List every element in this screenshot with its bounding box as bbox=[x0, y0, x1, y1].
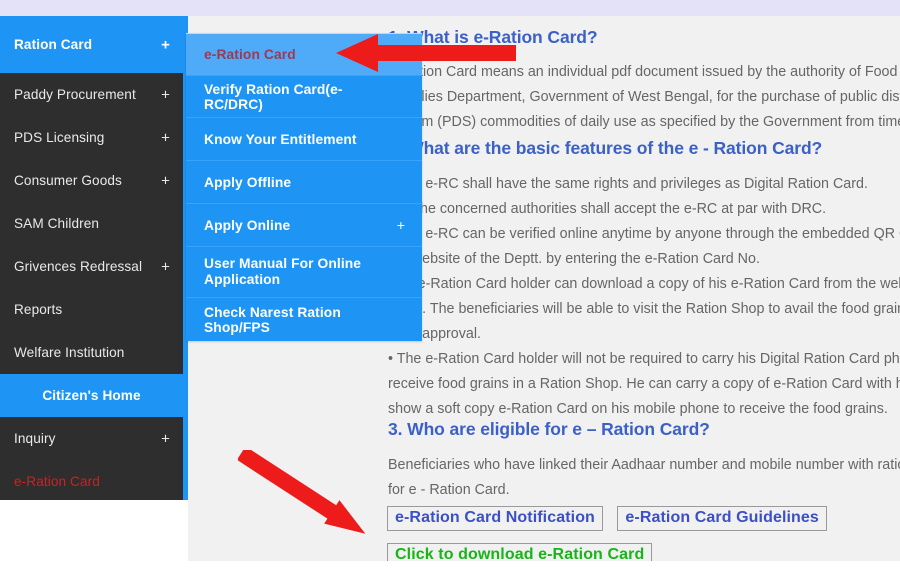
section-3-paragraph: Beneficiaries who have linked their Aadh… bbox=[388, 453, 900, 503]
top-browser-strip bbox=[0, 0, 900, 16]
feature-line: • The e-RC can be verified online anytim… bbox=[388, 226, 900, 242]
sidebar-item-pds-licensing[interactable]: PDS Licensing + bbox=[0, 116, 183, 159]
feature-line: • The e-RC shall have the same rights an… bbox=[388, 176, 868, 192]
paragraph-line: Beneficiaries who have linked their Aadh… bbox=[388, 457, 900, 473]
section-2-heading: 2. What are the basic features of the e … bbox=[388, 138, 823, 158]
sidebar-item-label: Reports bbox=[14, 302, 63, 317]
submenu-item-label: Verify Ration Card(e-RC/DRC) bbox=[204, 81, 343, 112]
sidebar-item-label: Welfare Institution bbox=[14, 345, 125, 360]
plus-icon: + bbox=[161, 129, 170, 146]
section-2-feature-list: • The e-RC shall have the same rights an… bbox=[388, 172, 900, 422]
page-bottom-whitespace bbox=[0, 500, 188, 572]
link-button-row-primary: e-Ration Card Notification e-Ration Card… bbox=[387, 506, 827, 531]
feature-line: • The e-Ration Card holder will not be r… bbox=[388, 351, 900, 367]
submenu-item-apply-offline[interactable]: Apply Offline bbox=[186, 161, 422, 204]
sidebar-item-label: Citizen's Home bbox=[42, 388, 141, 403]
sidebar-item-paddy-procurement[interactable]: Paddy Procurement + bbox=[0, 73, 183, 116]
plus-icon: + bbox=[161, 36, 170, 53]
submenu-item-know-your-entitlement[interactable]: Know Your Entitlement bbox=[186, 118, 422, 161]
plus-icon: + bbox=[161, 258, 170, 275]
section-3-heading: 3. Who are eligible for e – Ration Card? bbox=[388, 419, 710, 439]
sidebar-item-label: Ration Card bbox=[14, 37, 93, 52]
submenu-item-label: Check Narest Ration Shop/FPS bbox=[204, 304, 341, 335]
submenu-item-verify-ration-card[interactable]: Verify Ration Card(e-RC/DRC) bbox=[186, 76, 422, 118]
feature-line: Deptt. The beneficiaries will be able to… bbox=[388, 301, 900, 317]
sidebar-item-citizens-home[interactable]: Citizen's Home bbox=[0, 374, 183, 417]
submenu-item-user-manual[interactable]: User Manual For Online Application bbox=[186, 247, 422, 298]
sidebar-item-label: Grivences Redressal bbox=[14, 259, 143, 274]
submenu-item-label: Know Your Entitlement bbox=[204, 131, 357, 147]
feature-line: such approval. bbox=[388, 326, 481, 342]
feature-line: • All the concerned authorities shall ac… bbox=[388, 201, 827, 217]
sidebar-item-label: Consumer Goods bbox=[14, 173, 122, 188]
submenu-item-label: Apply Online bbox=[204, 217, 291, 233]
submenu-item-label: User Manual For Online Application bbox=[204, 256, 362, 287]
paragraph-line: Supplies Department, Government of West … bbox=[388, 89, 900, 105]
feature-line: • An e-Ration Card holder can download a… bbox=[388, 276, 900, 292]
sidebar-item-e-ration-card[interactable]: e-Ration Card bbox=[0, 460, 183, 503]
plus-icon: + bbox=[161, 86, 170, 103]
download-e-ration-card-button[interactable]: Click to download e-Ration Card bbox=[387, 543, 653, 561]
paragraph-line: for e - Ration Card. bbox=[388, 482, 510, 498]
submenu-item-label: Apply Offline bbox=[204, 174, 292, 190]
annotation-arrow-left bbox=[336, 32, 516, 74]
sidebar-item-reports[interactable]: Reports bbox=[0, 288, 183, 331]
paragraph-line: system (PDS) commodities of daily use as… bbox=[388, 114, 900, 130]
sidebar-item-label: SAM Children bbox=[14, 216, 100, 231]
submenu-item-apply-online[interactable]: Apply Online + bbox=[186, 204, 422, 247]
e-ration-card-notification-button[interactable]: e-Ration Card Notification bbox=[387, 506, 603, 531]
plus-icon: + bbox=[161, 172, 170, 189]
submenu-item-check-nearest-shop[interactable]: Check Narest Ration Shop/FPS bbox=[186, 298, 422, 341]
plus-icon: + bbox=[396, 217, 405, 233]
ration-card-submenu-flyout: e-Ration Card Verify Ration Card(e-RC/DR… bbox=[186, 33, 422, 341]
sidebar-item-inquiry[interactable]: Inquiry + bbox=[0, 417, 183, 460]
sidebar-item-consumer-goods[interactable]: Consumer Goods + bbox=[0, 159, 183, 202]
e-ration-card-guidelines-button[interactable]: e-Ration Card Guidelines bbox=[617, 506, 827, 531]
sidebar-item-label: PDS Licensing bbox=[14, 130, 105, 145]
left-navigation-sidebar: Ration Card + Paddy Procurement + PDS Li… bbox=[0, 16, 183, 500]
submenu-item-label: e-Ration Card bbox=[204, 47, 296, 62]
sidebar-item-ration-card[interactable]: Ration Card + bbox=[0, 16, 183, 73]
sidebar-item-grivences-redressal[interactable]: Grivences Redressal + bbox=[0, 245, 183, 288]
feature-line: receive food grains in a Ration Shop. He… bbox=[388, 376, 900, 392]
feature-line: the website of the Deptt. by entering th… bbox=[388, 251, 760, 267]
sidebar-item-welfare-institution[interactable]: Welfare Institution bbox=[0, 331, 183, 374]
link-button-row-download: Click to download e-Ration Card bbox=[387, 543, 653, 561]
sidebar-item-label: Paddy Procurement bbox=[14, 87, 136, 102]
annotation-arrow-diagonal bbox=[238, 450, 398, 565]
sidebar-item-label: e-Ration Card bbox=[14, 474, 100, 489]
plus-icon: + bbox=[161, 430, 170, 447]
sidebar-item-label: Inquiry bbox=[14, 431, 56, 446]
sidebar-item-sam-children[interactable]: SAM Children bbox=[0, 202, 183, 245]
